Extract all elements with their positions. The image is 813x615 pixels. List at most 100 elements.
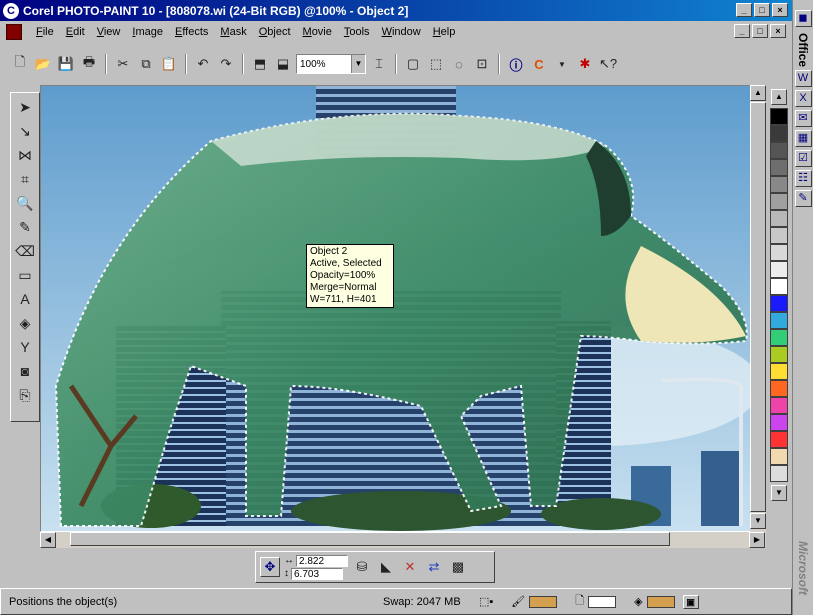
x-position-field[interactable]: 2.822 — [296, 554, 348, 567]
menu-help[interactable]: Help — [427, 26, 462, 38]
copy-icon[interactable]: ⧉ — [136, 54, 156, 74]
open-folder-icon[interactable]: 📂 — [33, 54, 53, 74]
context-help-icon[interactable]: ↖? — [598, 54, 618, 74]
text-tool-icon[interactable]: A — [14, 289, 36, 309]
document-icon[interactable] — [6, 24, 22, 40]
position-icon[interactable]: ✥ — [260, 557, 280, 577]
redo-icon[interactable]: ↷ — [216, 54, 236, 74]
color-swatch[interactable] — [770, 159, 788, 176]
color-swatch[interactable] — [770, 142, 788, 159]
menu-file[interactable]: File — [30, 26, 60, 38]
color-swatch[interactable] — [770, 227, 788, 244]
doc-restore-button[interactable]: □ — [752, 24, 768, 38]
mail-icon[interactable]: ✉ — [794, 110, 812, 128]
zoom-tool-icon[interactable]: 🔍 — [14, 193, 36, 213]
menu-tools[interactable]: Tools — [338, 26, 376, 38]
color-swatch[interactable] — [770, 278, 788, 295]
apply-icon[interactable]: ⛁ — [352, 557, 372, 577]
object-picker-icon[interactable]: ⊡ — [472, 54, 492, 74]
vertical-scrollbar[interactable]: ▲ ▼ — [750, 85, 766, 547]
import-icon[interactable]: ⬒ — [250, 54, 270, 74]
color-swatch[interactable] — [770, 244, 788, 261]
chevron-down-icon[interactable]: ▼ — [351, 55, 365, 73]
scroll-left-button[interactable]: ◀ — [40, 532, 56, 548]
paint-color-swatch[interactable] — [529, 595, 558, 608]
color-swatch[interactable] — [770, 295, 788, 312]
corel-icon[interactable]: C — [529, 54, 549, 74]
dropdown-arrow-icon[interactable]: ▼ — [552, 54, 572, 74]
color-swatch[interactable] — [770, 312, 788, 329]
doc-close-button[interactable]: × — [770, 24, 786, 38]
word-icon[interactable]: W — [794, 70, 812, 88]
color-swatch[interactable] — [770, 261, 788, 278]
menu-movie[interactable]: Movie — [297, 26, 338, 38]
hscroll-thumb[interactable] — [70, 532, 670, 546]
menu-effects[interactable]: Effects — [169, 26, 214, 38]
fill-color-swatch[interactable] — [646, 595, 675, 608]
paper-color-swatch[interactable] — [588, 595, 617, 608]
options-button[interactable]: ▣ — [682, 594, 699, 609]
color-swatch[interactable] — [770, 176, 788, 193]
palette-up-button[interactable]: ▲ — [771, 89, 787, 105]
color-swatch[interactable] — [770, 346, 788, 363]
scroll-up-button[interactable]: ▲ — [750, 85, 766, 101]
circle-mask-icon[interactable]: ◌ — [449, 54, 469, 74]
color-swatch[interactable] — [770, 431, 788, 448]
office-logo-icon[interactable]: ◼ — [794, 10, 812, 27]
eyedropper-icon[interactable]: ✎ — [14, 217, 36, 237]
fill-tool-icon[interactable]: ◈ — [14, 313, 36, 333]
excel-icon[interactable]: X — [794, 90, 812, 108]
task-icon[interactable]: ☑ — [794, 150, 812, 168]
marquee-icon[interactable]: ⬚ — [426, 54, 446, 74]
minimize-button[interactable]: _ — [736, 3, 752, 17]
color-swatch[interactable] — [770, 193, 788, 210]
fit-icon[interactable]: ⌶ — [369, 54, 389, 74]
align-icon[interactable]: ◣ — [376, 557, 396, 577]
rectangle-mask-icon[interactable]: ▢ — [403, 54, 423, 74]
menu-edit[interactable]: Edit — [60, 26, 91, 38]
color-swatch[interactable] — [770, 465, 788, 482]
menu-window[interactable]: Window — [376, 26, 427, 38]
color-swatch[interactable] — [770, 380, 788, 397]
scroll-thumb[interactable] — [750, 102, 766, 512]
lock-icon[interactable]: ▩ — [448, 557, 468, 577]
transform-icon[interactable]: ⇄ — [424, 557, 444, 577]
color-swatch[interactable] — [770, 108, 788, 125]
image-canvas[interactable] — [40, 85, 765, 532]
app-icon[interactable]: C — [3, 2, 19, 19]
scroll-right-button[interactable]: ▶ — [749, 532, 765, 548]
doc-minimize-button[interactable]: _ — [734, 24, 750, 38]
color-swatch[interactable] — [770, 414, 788, 431]
print-icon[interactable]: 🖶 — [79, 54, 99, 74]
lasso-mask-icon[interactable]: ⋈ — [14, 145, 36, 165]
contacts-icon[interactable]: ☷ — [794, 170, 812, 188]
effects-icon[interactable]: ✱ — [575, 54, 595, 74]
close-button[interactable]: × — [772, 3, 788, 17]
palette-down-button[interactable]: ▼ — [771, 485, 787, 501]
color-swatch[interactable] — [770, 363, 788, 380]
color-swatch[interactable] — [770, 397, 788, 414]
rectangle-tool-icon[interactable]: ▭ — [14, 265, 36, 285]
zoom-combo[interactable]: 100% ▼ — [296, 54, 366, 74]
y-position-field[interactable]: 6.703 — [291, 567, 343, 580]
paste-icon[interactable]: 📋 — [159, 54, 179, 74]
color-swatch[interactable] — [770, 210, 788, 227]
color-swatch[interactable] — [770, 125, 788, 142]
new-file-icon[interactable]: 🗋 — [10, 54, 30, 74]
menu-object[interactable]: Object — [253, 26, 297, 38]
crop-tool-icon[interactable]: ⌗ — [14, 169, 36, 189]
horizontal-scrollbar[interactable]: ◀ ▶ — [40, 532, 765, 548]
calendar-icon[interactable]: ▦ — [794, 130, 812, 148]
delete-object-icon[interactable]: ✕ — [400, 557, 420, 577]
eraser-icon[interactable]: ⌫ — [14, 241, 36, 261]
export-icon[interactable]: ⬓ — [273, 54, 293, 74]
info-icon[interactable]: ⓘ — [506, 54, 526, 74]
cut-icon[interactable]: ✂ — [113, 54, 133, 74]
save-icon[interactable]: 💾 — [56, 54, 76, 74]
scroll-down-button[interactable]: ▼ — [750, 513, 766, 529]
color-swatch[interactable] — [770, 448, 788, 465]
undo-icon[interactable]: ↶ — [193, 54, 213, 74]
color-swatch[interactable] — [770, 329, 788, 346]
menu-mask[interactable]: Mask — [214, 26, 252, 38]
maximize-button[interactable]: □ — [754, 3, 770, 17]
